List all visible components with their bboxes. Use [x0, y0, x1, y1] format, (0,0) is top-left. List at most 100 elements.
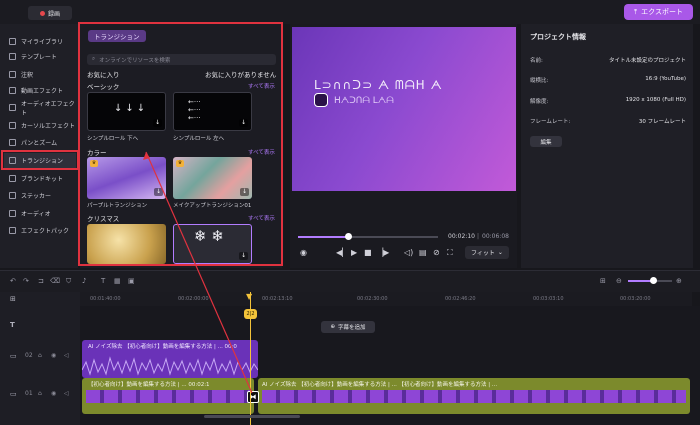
volume-icon[interactable]: ◁): [404, 248, 413, 257]
info-key: 解像度:: [530, 99, 549, 105]
text-track-icon: T: [10, 321, 15, 329]
template-icon: [9, 53, 16, 60]
record-icon: [39, 10, 45, 16]
video-overlay-text: ᕼᗅᑐᑎᗩ ᒪᗅᗩ: [334, 96, 394, 106]
effect-pack-icon: [9, 227, 16, 234]
zoom-fit-select[interactable]: フィット ⌄: [465, 246, 509, 259]
speaker-icon[interactable]: ◁: [64, 352, 69, 359]
sidebar-item-label: ステッカー: [21, 193, 52, 200]
info-value: 30 フレームレート: [638, 119, 686, 125]
sidebar-item-label: ブランドキット: [21, 176, 64, 183]
sidebar-item-effect-pack[interactable]: エフェクトパック: [4, 223, 76, 238]
upload-icon: ⤒: [634, 7, 638, 16]
sidebar-item-template[interactable]: テンプレート: [4, 49, 76, 64]
sidebar-item-video-effect[interactable]: 動画エフェクト: [4, 83, 76, 98]
export-label: エクスポート: [641, 8, 683, 16]
split-icon[interactable]: ⊐: [38, 277, 44, 285]
eye-icon[interactable]: ◉: [51, 390, 56, 397]
fit-label: フィット: [471, 250, 495, 257]
mute-video-icon[interactable]: ⊘: [433, 248, 440, 257]
clip-thumbnails: [262, 390, 686, 403]
sidebar-item-label: カーソルエフェクト: [21, 123, 76, 130]
playback-scrubber[interactable]: [345, 233, 352, 240]
play-icon[interactable]: ▶: [351, 248, 357, 257]
info-key: 名前:: [530, 58, 543, 64]
time-total: 00:06:08: [482, 233, 509, 240]
add-caption-label: 字幕を追加: [338, 325, 366, 331]
sidebar-item-label: オーディオエフェクト: [21, 100, 75, 117]
timeline-scrollbar[interactable]: [204, 415, 300, 418]
microphone-icon[interactable]: ♪: [82, 277, 86, 285]
info-key: フレームレート:: [530, 119, 571, 125]
video-track-icon: ▭: [10, 390, 17, 398]
lock-icon[interactable]: ⌂: [38, 352, 42, 359]
lock-icon[interactable]: ⌂: [38, 390, 42, 397]
fullscreen-icon[interactable]: ⛶: [447, 248, 453, 258]
info-value: 16:9 (YouTube): [645, 76, 686, 82]
undo-icon[interactable]: ↶: [10, 277, 16, 285]
sidebar-item-library[interactable]: マイライブラリ: [4, 34, 76, 49]
record-button[interactable]: 録画: [28, 6, 72, 20]
export-button[interactable]: ⤒ エクスポート: [624, 4, 693, 20]
sidebar-item-pan-zoom[interactable]: パンとズーム: [4, 135, 76, 150]
zoom-out-icon[interactable]: ⊖: [616, 277, 622, 285]
fit-timeline-icon[interactable]: ⊞: [600, 277, 606, 285]
video-track-icon: ▭: [10, 352, 17, 360]
text-icon[interactable]: T: [101, 277, 105, 285]
video-effect-icon: [9, 87, 16, 94]
clip-thumbnails: [86, 390, 250, 403]
record-label: 録画: [47, 10, 60, 18]
delete-icon[interactable]: ⌫: [50, 277, 60, 285]
sidebar-item-annotation[interactable]: 注釈: [4, 67, 76, 82]
sidebar-item-label: 動画エフェクト: [21, 88, 64, 95]
pan-zoom-icon: [9, 139, 16, 146]
sidebar-item-label: オーディオ: [21, 211, 51, 218]
record-screen-icon[interactable]: ▣: [128, 277, 135, 285]
ruler-tick: 00:02:00:00: [178, 296, 209, 302]
audio-effect-icon: [9, 104, 16, 111]
add-track-icon[interactable]: ⊞: [10, 295, 16, 303]
transition-marker-icon[interactable]: ⧓: [247, 391, 259, 403]
prev-frame-icon[interactable]: ◀▏: [336, 248, 348, 257]
sidebar-item-audio[interactable]: オーディオ: [4, 206, 76, 221]
sidebar: マイライブラリ テンプレート 注釈 動画エフェクト オーディオエフェクト カーソ…: [0, 24, 78, 268]
next-frame-icon[interactable]: ▕▶: [377, 248, 389, 257]
sidebar-item-sticker[interactable]: ステッカー: [4, 188, 76, 203]
plus-icon: ⊕: [330, 324, 336, 330]
sidebar-item-audio-effect[interactable]: オーディオエフェクト: [4, 100, 76, 117]
add-caption-button[interactable]: ⊕ 字幕を追加: [321, 321, 375, 333]
video-preview[interactable]: [292, 27, 516, 191]
chevron-down-icon: ⌄: [497, 249, 503, 256]
zoom-in-icon[interactable]: ⊕: [676, 277, 682, 285]
time-current: 00:02:10: [448, 233, 475, 240]
sidebar-item-label: 注釈: [21, 72, 34, 79]
annotation-icon: [9, 71, 16, 78]
highlight-box-sidebar: [1, 150, 79, 170]
library-icon: [9, 38, 16, 45]
redo-icon[interactable]: ↷: [23, 277, 29, 285]
shield-icon[interactable]: ⛉: [66, 277, 71, 286]
edit-project-button[interactable]: 編集: [530, 136, 562, 147]
ruler-tick: 00:03:03:10: [533, 296, 564, 302]
sidebar-item-label: テンプレート: [21, 54, 57, 61]
sidebar-item-label: エフェクトパック: [21, 228, 70, 235]
highlight-box-panel: [78, 22, 283, 266]
audio-icon: [9, 210, 16, 217]
sidebar-item-cursor-effect[interactable]: カーソルエフェクト: [4, 118, 76, 133]
subtitle-icon[interactable]: ▦: [114, 277, 121, 285]
caption-icon[interactable]: ▤: [419, 248, 427, 257]
info-key: 縦横比:: [530, 78, 549, 84]
clip-label: AI ノイズ除去 【初心者向け】動画を編集する方法 | ... 00:0: [88, 344, 237, 350]
time-divider: |: [477, 233, 480, 240]
cursor-effect-icon: [9, 122, 16, 129]
speaker-icon[interactable]: ◁: [64, 390, 69, 397]
clip-label: AI ノイズ除去 【初心者向け】動画を編集する方法 | ... 【初心者向け】動…: [262, 382, 498, 388]
snapshot-icon[interactable]: ◉: [300, 248, 307, 257]
playhead-handle[interactable]: 2|2: [244, 309, 257, 319]
stop-icon[interactable]: ■: [364, 248, 372, 257]
ruler-tick: 00:03:20:00: [620, 296, 651, 302]
sidebar-item-brand-kit[interactable]: ブランドキット: [4, 171, 76, 186]
ruler-tick: 00:02:46:20: [445, 296, 476, 302]
eye-icon[interactable]: ◉: [51, 352, 56, 359]
timeline-zoom-knob[interactable]: [650, 277, 657, 284]
